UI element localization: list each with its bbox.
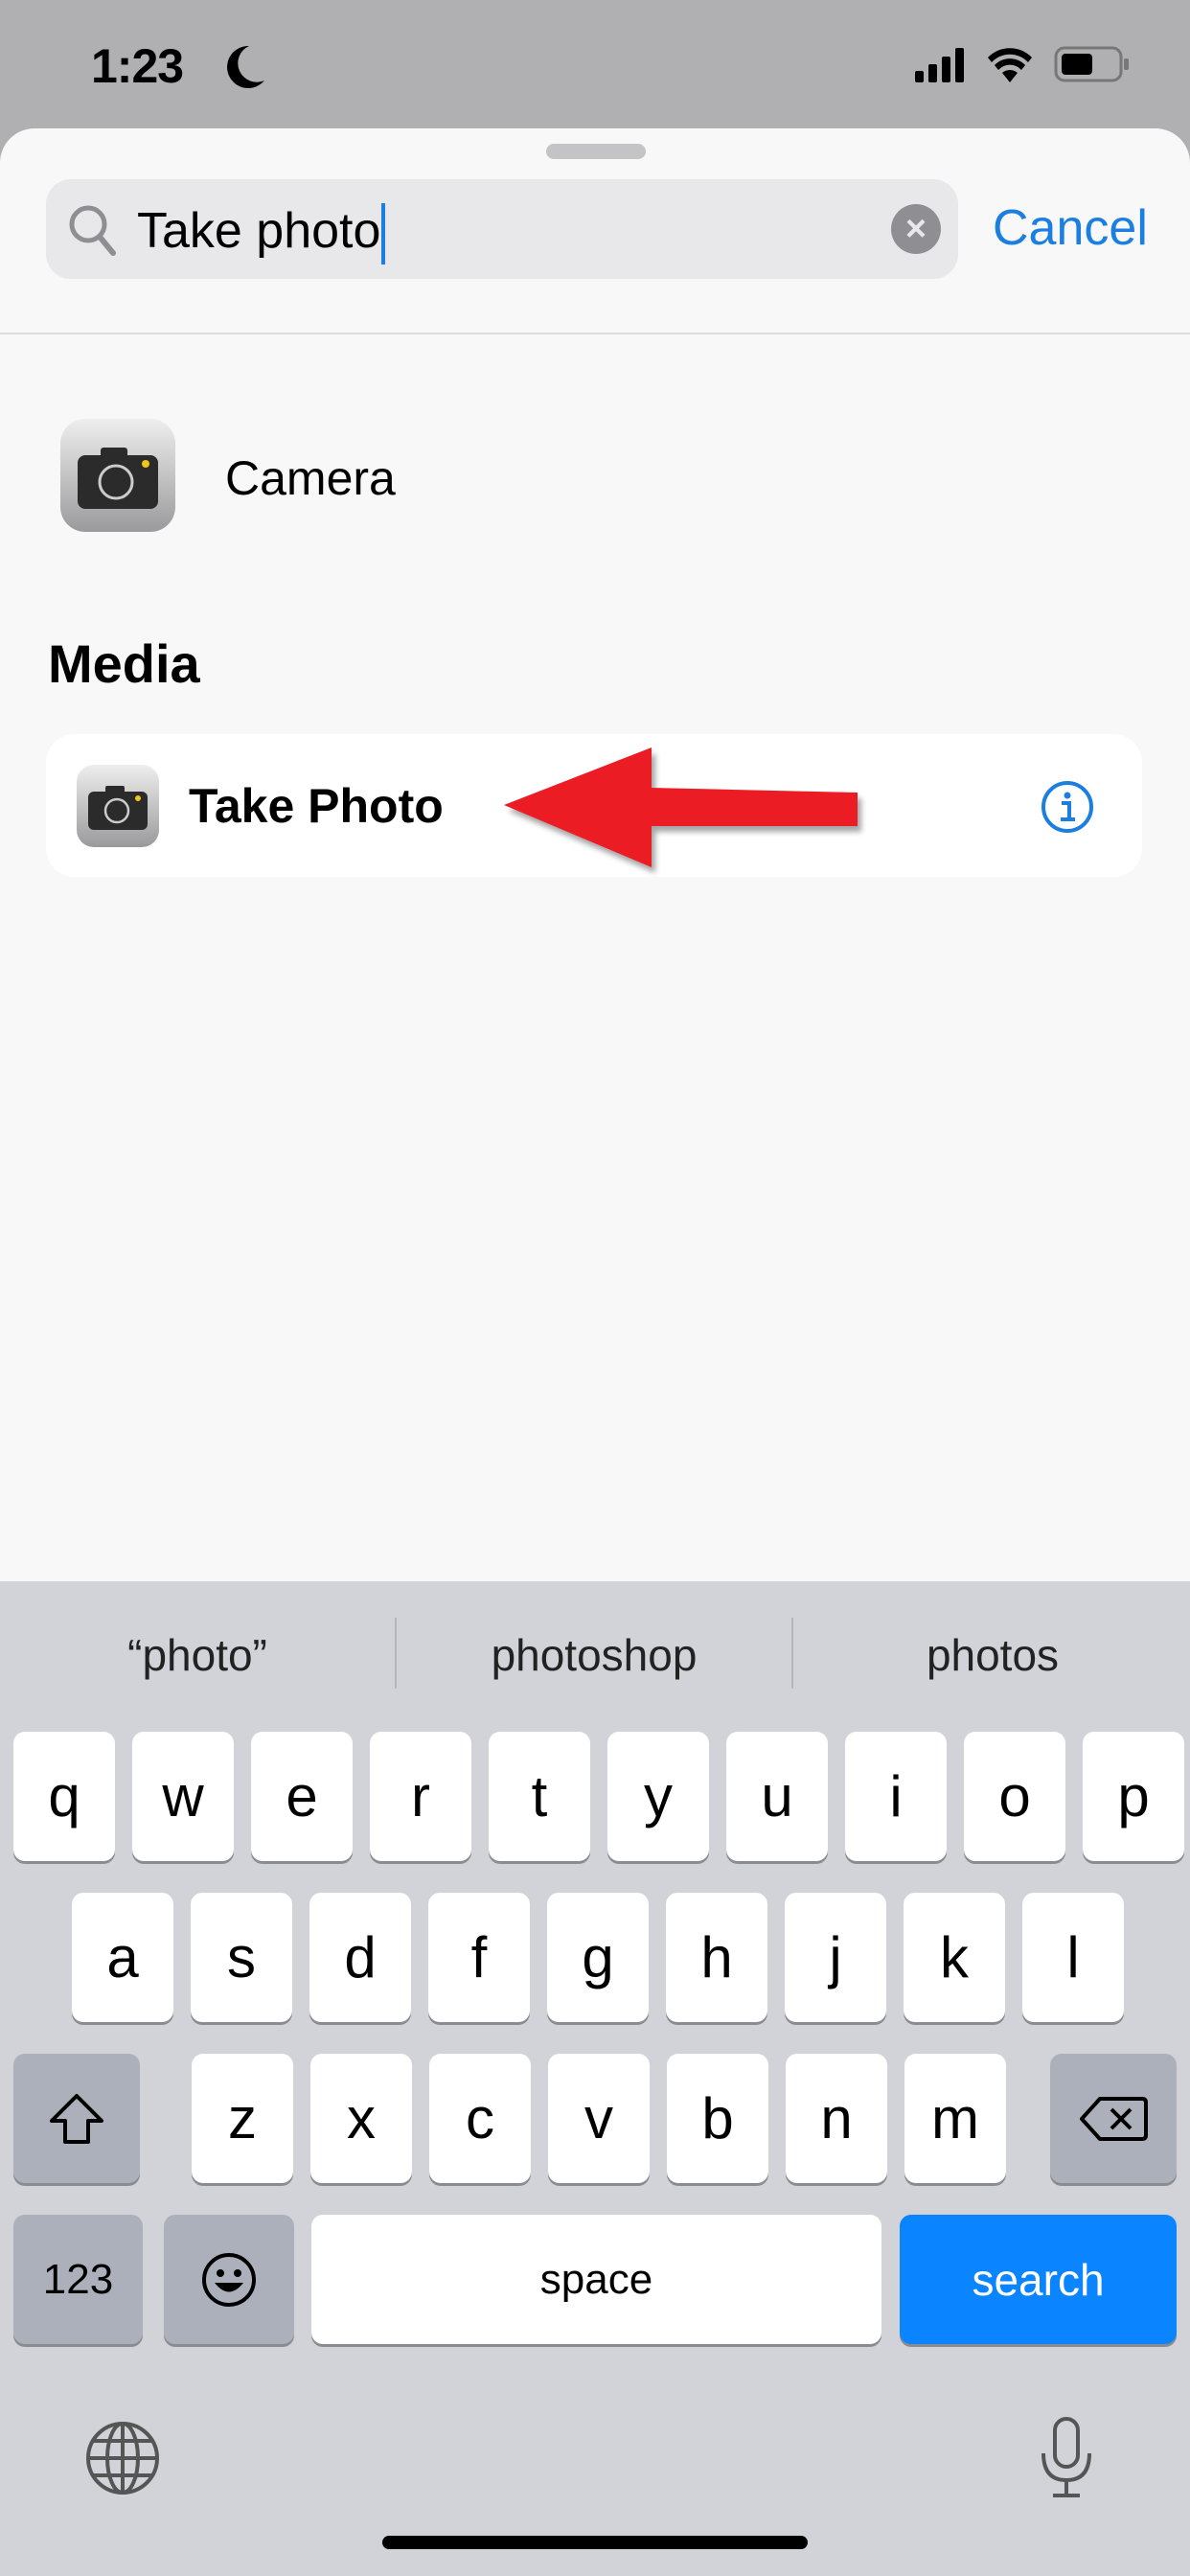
search-key[interactable]: search xyxy=(900,2215,1177,2344)
info-icon[interactable] xyxy=(1040,779,1095,835)
key-q[interactable]: q xyxy=(13,1732,115,1861)
clear-icon[interactable]: × xyxy=(891,204,941,254)
key-l[interactable]: l xyxy=(1022,1893,1124,2022)
key-j[interactable]: j xyxy=(785,1893,886,2022)
key-c[interactable]: c xyxy=(429,2054,531,2183)
key-n[interactable]: n xyxy=(786,2054,887,2183)
search-icon xyxy=(69,205,116,256)
key-d[interactable]: d xyxy=(309,1893,411,2022)
section-title-media: Media xyxy=(48,633,200,694)
suggestion-3[interactable]: photos xyxy=(811,1629,1175,1681)
globe-icon[interactable] xyxy=(84,2420,161,2496)
result-camera-app[interactable] xyxy=(38,402,1150,546)
shift-key[interactable] xyxy=(13,2054,140,2183)
key-x[interactable]: x xyxy=(310,2054,412,2183)
divider xyxy=(0,333,1190,334)
key-z[interactable]: z xyxy=(192,2054,293,2183)
key-t[interactable]: t xyxy=(489,1732,590,1861)
key-u[interactable]: u xyxy=(726,1732,828,1861)
camera-app-icon xyxy=(60,419,175,532)
result-camera-label: Camera xyxy=(225,451,396,505)
search-input[interactable]: Take photo xyxy=(137,202,386,265)
numbers-key[interactable]: 123 xyxy=(13,2215,143,2344)
key-a[interactable]: a xyxy=(72,1893,173,2022)
action-take-photo-label: Take Photo xyxy=(189,779,444,833)
camera-app-icon xyxy=(77,765,159,847)
suggestion-2[interactable]: photoshop xyxy=(412,1629,776,1681)
key-h[interactable]: h xyxy=(666,1893,767,2022)
suggestion-divider xyxy=(791,1618,793,1689)
key-f[interactable]: f xyxy=(428,1893,530,2022)
key-b[interactable]: b xyxy=(667,2054,768,2183)
key-y[interactable]: y xyxy=(607,1732,709,1861)
red-arrow-annotation xyxy=(504,748,858,867)
key-g[interactable]: g xyxy=(547,1893,649,2022)
sheet-grabber[interactable] xyxy=(546,144,646,159)
key-s[interactable]: s xyxy=(191,1893,292,2022)
delete-key[interactable] xyxy=(1050,2054,1177,2183)
search-input-value: Take photo xyxy=(137,203,381,259)
microphone-icon[interactable] xyxy=(1038,2415,1095,2501)
suggestion-1[interactable]: “photo” xyxy=(15,1629,379,1681)
key-k[interactable]: k xyxy=(904,1893,1005,2022)
key-m[interactable]: m xyxy=(904,2054,1006,2183)
status-time: 1:23 xyxy=(91,39,184,93)
key-p[interactable]: p xyxy=(1083,1732,1184,1861)
key-i[interactable]: i xyxy=(845,1732,947,1861)
wifi-icon xyxy=(988,48,1032,82)
key-v[interactable]: v xyxy=(548,2054,650,2183)
key-o[interactable]: o xyxy=(964,1732,1065,1861)
space-key[interactable]: space xyxy=(311,2215,881,2344)
key-w[interactable]: w xyxy=(132,1732,234,1861)
delete-icon xyxy=(1080,2096,1148,2141)
cellular-signal-icon xyxy=(915,48,964,82)
key-e[interactable]: e xyxy=(251,1732,353,1861)
suggestion-divider xyxy=(395,1618,397,1689)
text-caret xyxy=(381,203,386,265)
battery-icon xyxy=(1054,46,1129,82)
cancel-button[interactable]: Cancel xyxy=(993,199,1148,257)
shift-icon xyxy=(50,2093,103,2144)
emoji-icon xyxy=(202,2252,256,2307)
key-r[interactable]: r xyxy=(370,1732,471,1861)
moon-icon xyxy=(227,45,264,88)
home-indicator[interactable] xyxy=(382,2536,808,2549)
emoji-key[interactable] xyxy=(164,2215,294,2344)
